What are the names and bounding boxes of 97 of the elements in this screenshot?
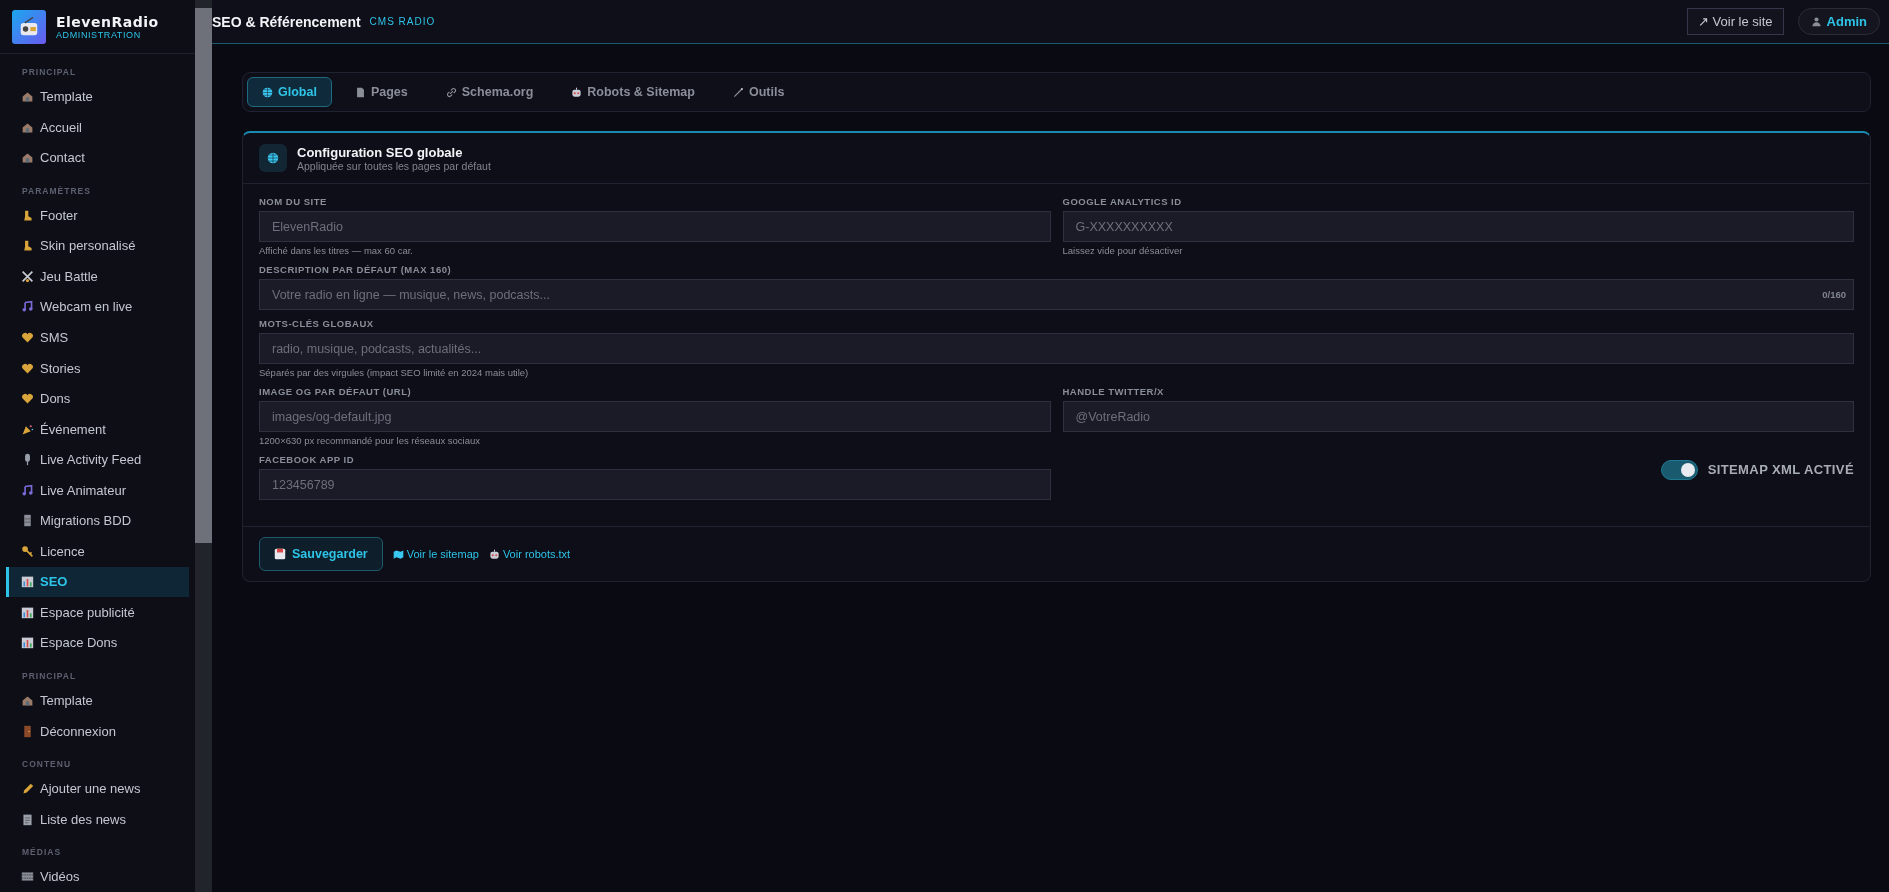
field-label: IMAGE OG PAR DÉFAUT (URL) bbox=[259, 386, 413, 397]
input-field[interactable]: G-XXXXXXXXXX bbox=[1062, 211, 1854, 242]
heart-icon bbox=[21, 361, 34, 375]
foot-icon bbox=[21, 239, 34, 253]
link[interactable]: Voir le sitemap bbox=[392, 548, 479, 560]
user-button[interactable]: Admin bbox=[1797, 8, 1880, 35]
user-icon bbox=[1810, 16, 1822, 27]
film-icon bbox=[21, 870, 34, 884]
input-field[interactable]: images/og-default.jpg bbox=[259, 401, 1051, 432]
sidebar-item[interactable]: Webcam en live bbox=[6, 291, 189, 323]
sidebar-item[interactable]: Jeu Battle bbox=[6, 261, 189, 292]
page-title: SEO & Référencement bbox=[212, 13, 361, 30]
toggle-switch[interactable] bbox=[1660, 459, 1698, 480]
bar-chart-icon bbox=[21, 605, 34, 619]
sidebar-item[interactable]: Stories bbox=[6, 352, 189, 384]
sidebar-item[interactable]: SMS bbox=[6, 322, 189, 353]
sidebar-item[interactable]: Vidéos bbox=[6, 861, 189, 892]
field-label: NOM DU SITE bbox=[259, 196, 328, 207]
sidebar-item[interactable]: Live Animateur bbox=[6, 475, 189, 506]
section-title: PRINCIPAL bbox=[21, 670, 78, 684]
input-field[interactable]: 123456789 bbox=[259, 469, 1051, 500]
sidebar-item[interactable]: Template bbox=[6, 685, 189, 716]
card-title: Configuration SEO globale bbox=[297, 144, 464, 160]
globe-icon bbox=[267, 152, 279, 164]
field-label: HANDLE TWITTER/X bbox=[1062, 386, 1165, 397]
sidebar-item[interactable]: Ajouter une news bbox=[6, 773, 189, 804]
save-button[interactable]: Sauvegarder bbox=[259, 537, 383, 571]
page-icon bbox=[354, 86, 366, 98]
field-hint: 1200×630 px recommandé pour les réseaux sociaux bbox=[259, 435, 481, 446]
field-label: DESCRIPTION PAR DÉFAUT (MAX 160) bbox=[259, 264, 453, 275]
sidebar-item[interactable]: SEO bbox=[6, 566, 189, 598]
field-label: FACEBOOK APP ID bbox=[259, 454, 356, 465]
foot-icon bbox=[21, 208, 34, 222]
sidebar-item[interactable]: Contact bbox=[6, 142, 189, 174]
scrollbar-thumb[interactable] bbox=[195, 8, 212, 543]
section-title: PRINCIPAL bbox=[21, 66, 78, 80]
globe-icon bbox=[262, 86, 273, 98]
bar-chart-icon bbox=[21, 636, 34, 650]
field-hint: Affiché dans les titres — max 60 car. bbox=[259, 245, 414, 256]
brand-subtitle: ADMINISTRATION bbox=[56, 29, 142, 40]
key-icon bbox=[21, 544, 34, 558]
character-counter: 0/160 bbox=[1822, 289, 1846, 300]
bar-chart-icon bbox=[21, 575, 34, 589]
field-label: GOOGLE ANALYTICS ID bbox=[1062, 196, 1183, 207]
cabinet-icon bbox=[21, 514, 34, 528]
sidebar-item[interactable]: Espace publicité bbox=[6, 597, 189, 628]
door-icon bbox=[21, 724, 34, 738]
sidebar-item[interactable]: Liste des news bbox=[6, 803, 189, 835]
swords-icon bbox=[21, 269, 34, 283]
section-title: CONTENU bbox=[21, 758, 73, 772]
input-field[interactable]: ElevenRadio bbox=[259, 211, 1051, 242]
tab[interactable]: Global bbox=[247, 77, 332, 107]
heart-icon bbox=[21, 392, 34, 406]
sidebar-item[interactable]: Dons bbox=[6, 383, 189, 414]
tab[interactable]: Robots & Sitemap bbox=[556, 77, 710, 107]
field-hint: Séparés par des virgules (impact SEO limité en 2024 mais utile) bbox=[259, 367, 530, 378]
sidebar-item[interactable]: Accueil bbox=[6, 111, 189, 143]
party-popper-icon bbox=[21, 422, 34, 436]
music-note-icon bbox=[21, 483, 34, 497]
section-title: PARAMÈTRES bbox=[21, 185, 92, 199]
map-icon bbox=[392, 548, 404, 560]
card-subtitle: Appliquée sur toutes les pages par défaut bbox=[297, 159, 491, 172]
view-site-button[interactable]: ↗ Voir le site bbox=[1686, 8, 1784, 35]
sidebar-item[interactable]: Licence bbox=[6, 536, 189, 567]
pencil-icon bbox=[21, 782, 34, 796]
robot-icon bbox=[571, 86, 583, 98]
section-title: MÉDIAS bbox=[21, 846, 63, 860]
input-field[interactable]: @VotreRadio bbox=[1062, 401, 1854, 432]
tab[interactable]: Schema.org bbox=[430, 77, 549, 107]
input-field[interactable]: radio, musique, podcasts, actualités... bbox=[259, 333, 1854, 364]
sidebar-item[interactable]: Footer bbox=[6, 200, 189, 231]
field-label: MOTS-CLÉS GLOBAUX bbox=[259, 318, 375, 329]
radio-icon bbox=[18, 15, 40, 38]
house-icon bbox=[21, 151, 34, 165]
sidebar-item[interactable]: Événement bbox=[6, 413, 189, 445]
house-icon bbox=[21, 90, 34, 104]
sidebar-item[interactable]: Espace Dons bbox=[6, 627, 189, 659]
sidebar-item[interactable]: Template bbox=[6, 81, 189, 112]
tab[interactable]: Pages bbox=[339, 77, 423, 107]
clipboard-icon bbox=[21, 812, 34, 826]
tab[interactable]: Outils bbox=[717, 77, 800, 107]
sidebar-item[interactable]: Skin personalisé bbox=[6, 230, 189, 262]
sidebar-item[interactable]: Live Activity Feed bbox=[6, 444, 189, 475]
wand-icon bbox=[732, 86, 744, 98]
brand-name: ElevenRadio bbox=[56, 13, 159, 30]
heart-icon bbox=[21, 331, 34, 344]
field-hint: Laissez vide pour désactiver bbox=[1062, 245, 1184, 256]
sidebar-item[interactable]: Migrations BDD bbox=[6, 505, 189, 537]
toggle-label: SITEMAP XML ACTIVÉ bbox=[1707, 462, 1854, 477]
music-note-icon bbox=[21, 300, 34, 314]
page-tag: CMS RADIO bbox=[369, 16, 436, 27]
link[interactable]: Voir robots.txt bbox=[488, 548, 571, 560]
robot-icon bbox=[488, 548, 500, 560]
house-icon bbox=[21, 694, 34, 708]
sidebar-item[interactable]: Déconnexion bbox=[6, 715, 189, 747]
house-icon bbox=[21, 120, 34, 134]
link-icon bbox=[445, 86, 457, 98]
